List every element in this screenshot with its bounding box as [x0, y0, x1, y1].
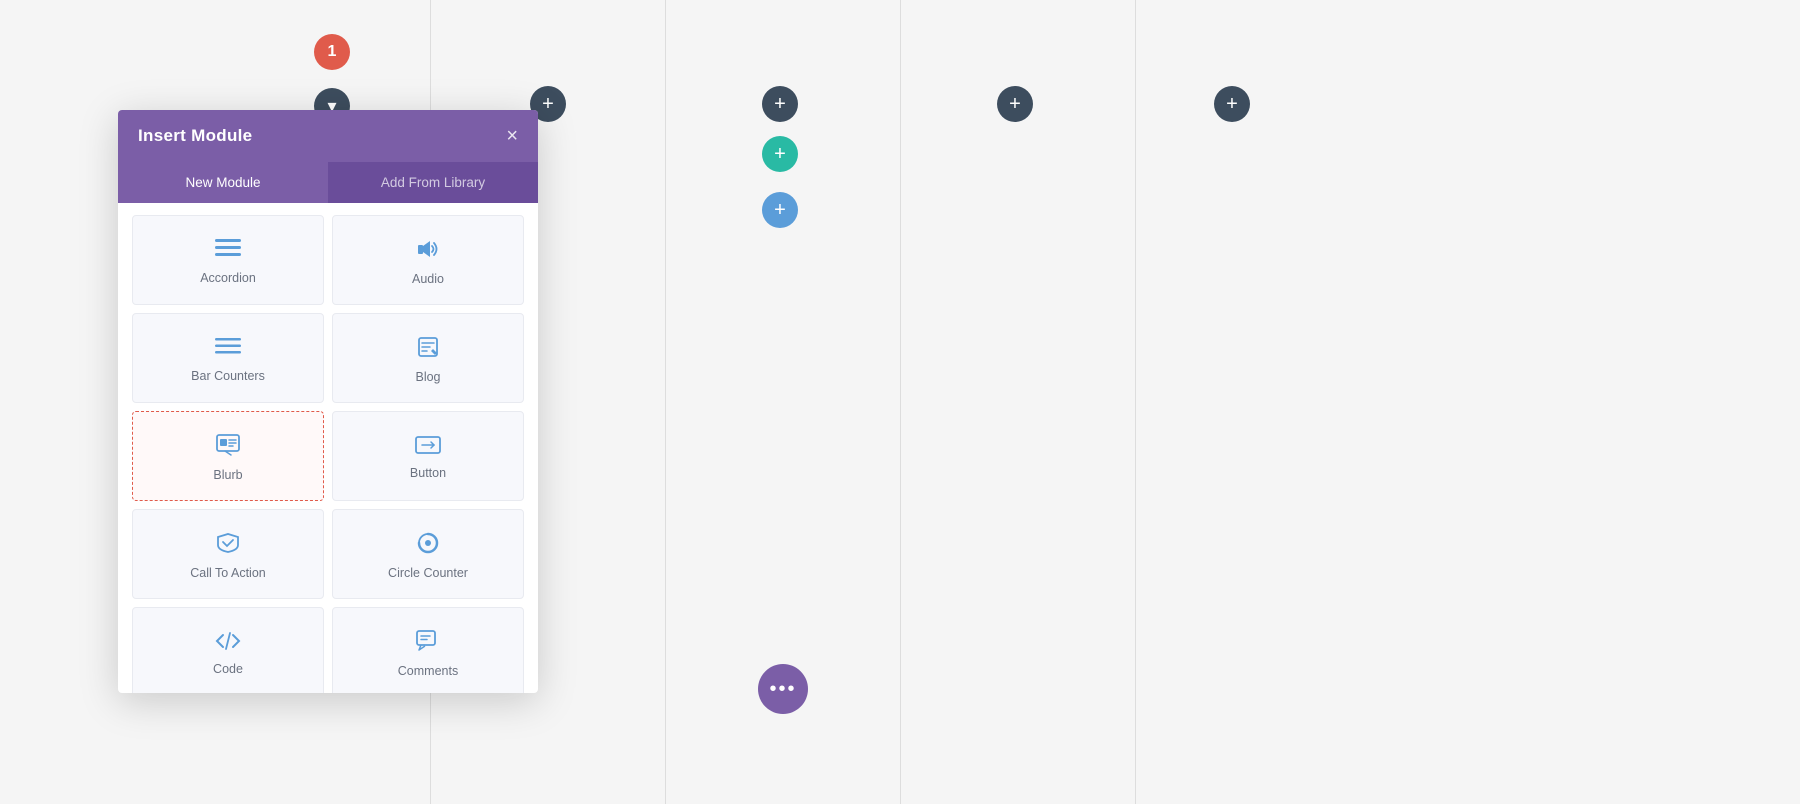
- accordion-icon: [215, 239, 241, 263]
- modal-title: Insert Module: [138, 126, 252, 146]
- module-call-to-action[interactable]: Call To Action: [132, 509, 324, 599]
- blog-label: Blog: [415, 370, 440, 384]
- module-blog[interactable]: Blog: [332, 313, 524, 403]
- call-to-action-icon: [216, 532, 240, 558]
- bar-counters-icon: [215, 337, 241, 361]
- modal-tabs: New Module Add From Library: [118, 162, 538, 203]
- more-options-button[interactable]: •••: [758, 664, 808, 714]
- tab-new-module[interactable]: New Module: [118, 162, 328, 203]
- add-row-button[interactable]: +: [762, 136, 798, 172]
- divider-3: [900, 0, 901, 804]
- module-bar-counters[interactable]: Bar Counters: [132, 313, 324, 403]
- add-column-button-2[interactable]: +: [762, 86, 798, 122]
- divider-4: [1135, 0, 1136, 804]
- tab-add-from-library[interactable]: Add From Library: [328, 162, 538, 203]
- button-label: Button: [410, 466, 446, 480]
- module-blurb[interactable]: Blurb: [132, 411, 324, 501]
- circle-counter-label: Circle Counter: [388, 566, 468, 580]
- code-icon: [215, 632, 241, 654]
- module-code[interactable]: Code: [132, 607, 324, 693]
- blog-icon: [417, 336, 439, 362]
- add-section-button[interactable]: +: [762, 192, 798, 228]
- call-to-action-label: Call To Action: [190, 566, 266, 580]
- module-comments[interactable]: Comments: [332, 607, 524, 693]
- code-label: Code: [213, 662, 243, 676]
- accordion-label: Accordion: [200, 271, 256, 285]
- blurb-label: Blurb: [213, 468, 242, 482]
- divider-2: [665, 0, 666, 804]
- audio-label: Audio: [412, 272, 444, 286]
- modal-header: Insert Module ×: [118, 110, 538, 162]
- blurb-icon: [216, 434, 240, 460]
- module-grid: Accordion Audio: [118, 203, 538, 693]
- add-column-button-3[interactable]: +: [997, 86, 1033, 122]
- module-circle-counter[interactable]: Circle Counter: [332, 509, 524, 599]
- bar-counters-label: Bar Counters: [191, 369, 265, 383]
- module-audio[interactable]: Audio: [332, 215, 524, 305]
- button-icon: [415, 436, 441, 458]
- step-badge: 1: [314, 34, 350, 70]
- module-accordion[interactable]: Accordion: [132, 215, 324, 305]
- module-button[interactable]: Button: [332, 411, 524, 501]
- comments-label: Comments: [398, 664, 458, 678]
- audio-icon: [417, 238, 439, 264]
- add-column-button-4[interactable]: +: [1214, 86, 1250, 122]
- modal-close-button[interactable]: ×: [506, 126, 518, 146]
- circle-counter-icon: [417, 532, 439, 558]
- insert-module-modal: Insert Module × New Module Add From Libr…: [118, 110, 538, 693]
- comments-icon: [416, 630, 440, 656]
